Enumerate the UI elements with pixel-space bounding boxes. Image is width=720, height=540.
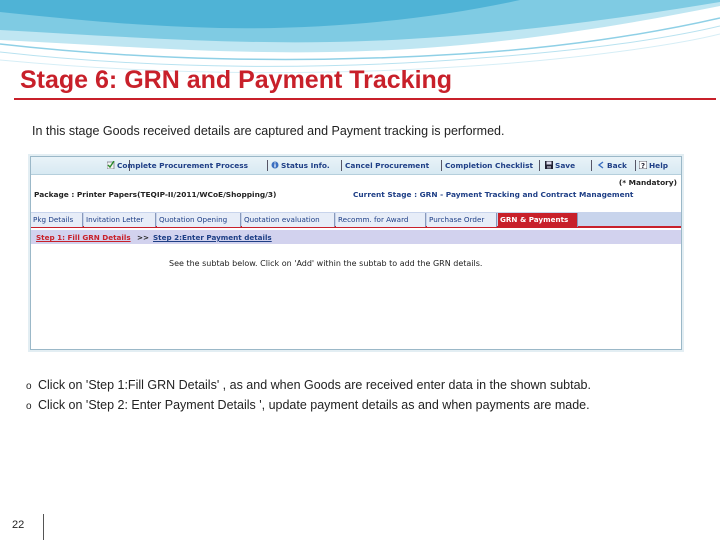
tab-purchase-order[interactable]: Purchase Order (427, 213, 497, 227)
tab-recomm-for-award[interactable]: Recomm. for Award (336, 213, 426, 227)
status-info-icon (271, 161, 279, 169)
toolbar-back[interactable]: Back (597, 161, 627, 170)
slide-title: Stage 6: GRN and Payment Tracking (20, 66, 453, 94)
intro-text: In this stage Goods received details are… (32, 124, 505, 138)
action-toolbar: Complete Procurement Process Status Info… (31, 157, 681, 175)
tab-grn-payments[interactable]: GRN & Payments (498, 213, 578, 227)
bullet-item: o Click on 'Step 2: Enter Payment Details… (26, 396, 591, 416)
bullet-text: Click on 'Step 2: Enter Payment Details … (38, 398, 590, 412)
back-icon (597, 161, 604, 169)
toolbar-label: Back (607, 161, 627, 170)
tab-pkg-details[interactable]: Pkg Details (31, 213, 83, 227)
mandatory-note: (* Mandatory) (618, 178, 677, 187)
complete-check-icon (107, 161, 115, 169)
toolbar-label: Completion Checklist (445, 161, 534, 170)
toolbar-completion-checklist[interactable]: Completion Checklist (445, 161, 533, 170)
toolbar-separator (539, 160, 540, 171)
stage-tabs: Pkg Details Invitation Letter Quotation … (31, 212, 681, 228)
grn-subtabs: Step 1: Fill GRN Details >> Step 2:Enter… (31, 230, 681, 244)
page-number-divider (43, 514, 44, 540)
title-underline (14, 98, 716, 100)
bullet-marker: o (26, 401, 32, 412)
toolbar-label: Complete Procurement Process (117, 161, 249, 170)
subtab-hint-text: See the subtab below. Click on 'Add' wit… (169, 259, 483, 268)
subtab-step2-payment[interactable]: Step 2:Enter Payment details (153, 233, 272, 242)
bullet-item: o Click on 'Step 1:Fill GRN Details' , as… (26, 376, 591, 396)
tab-quotation-evaluation[interactable]: Quotation evaluation (242, 213, 335, 227)
save-icon (545, 161, 553, 169)
toolbar-separator (591, 160, 592, 171)
toolbar-separator (635, 160, 636, 171)
tab-quotation-opening[interactable]: Quotation Opening (157, 213, 241, 227)
toolbar-label: Help (649, 161, 669, 170)
toolbar-cancel-procurement[interactable]: Cancel Procurement (345, 161, 429, 170)
page-number: 22 (12, 519, 25, 531)
app-screenshot-panel: Complete Procurement Process Status Info… (30, 156, 682, 350)
current-stage-label: Current Stage : GRN - Payment Tracking a… (353, 190, 634, 199)
tab-invitation-letter[interactable]: Invitation Letter (84, 213, 156, 227)
package-info-row: (* Mandatory) Package : Printer Papers(T… (31, 176, 681, 200)
toolbar-separator (341, 160, 342, 171)
toolbar-label: Status Info. (281, 161, 330, 170)
toolbar-save[interactable]: Save (545, 161, 575, 170)
subtab-arrow: >> (137, 233, 150, 242)
instruction-bullets: o Click on 'Step 1:Fill GRN Details' , as… (26, 376, 591, 416)
toolbar-help[interactable]: ? Help (639, 161, 668, 170)
bullet-text: Click on 'Step 1:Fill GRN Details' , as … (38, 378, 591, 392)
help-icon: ? (639, 161, 647, 169)
toolbar-label: Save (555, 161, 576, 170)
svg-text:?: ? (641, 162, 645, 169)
toolbar-separator (267, 160, 268, 171)
subtab-step1-fill-grn[interactable]: Step 1: Fill GRN Details (36, 233, 131, 242)
toolbar-status-info[interactable]: Status Info. (271, 161, 330, 170)
bullet-marker: o (26, 381, 32, 392)
package-label: Package : Printer Papers(TEQIP-II/2011/W… (34, 190, 277, 199)
toolbar-label: Cancel Procurement (345, 161, 430, 170)
toolbar-separator (441, 160, 442, 171)
toolbar-complete-procurement[interactable]: Complete Procurement Process (107, 161, 248, 170)
